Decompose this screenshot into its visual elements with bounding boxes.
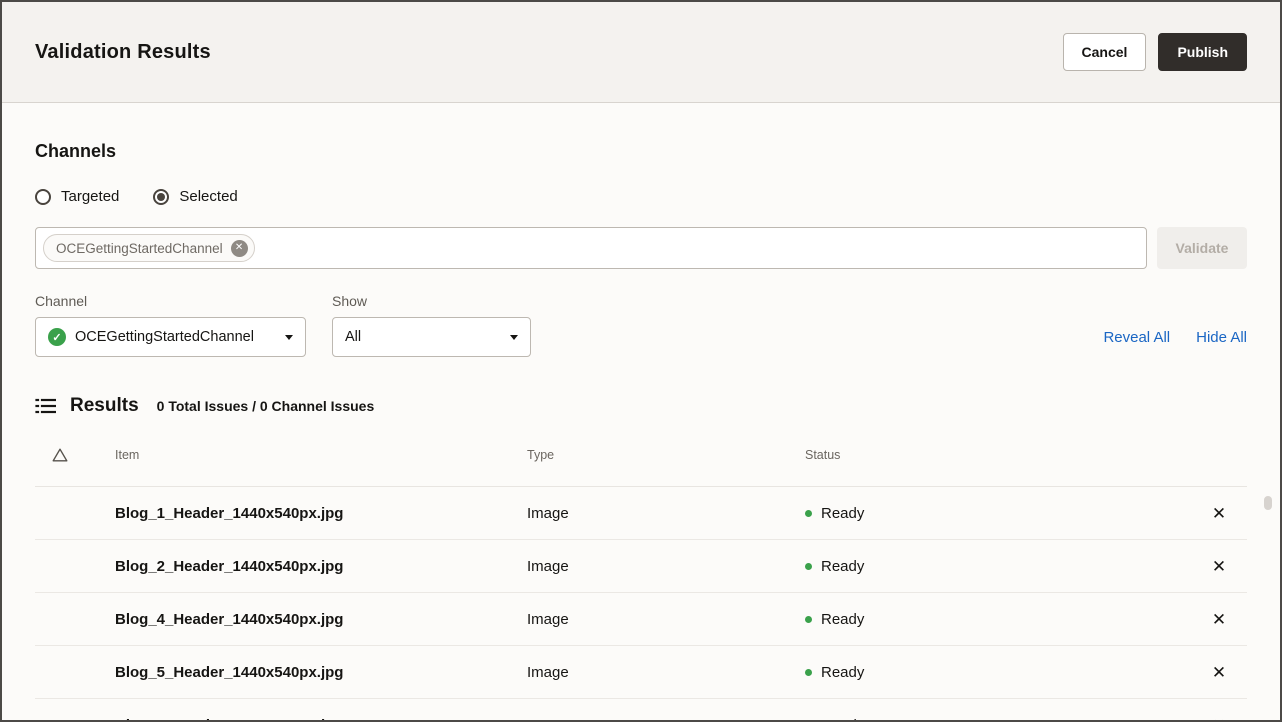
- radio-circle-checked-icon: [153, 189, 169, 205]
- dialog-header: Validation Results Cancel Publish: [2, 2, 1280, 103]
- remove-item-button[interactable]: ✕: [1191, 558, 1247, 575]
- remove-tag-icon[interactable]: ✕: [231, 240, 248, 257]
- status-label: Ready: [821, 558, 864, 575]
- table-row: Blog_4_Header_1440x540px.jpg Image Ready…: [35, 593, 1247, 646]
- channel-dropdown[interactable]: ✓ OCEGettingStartedChannel: [35, 317, 306, 357]
- status-column-header: Status: [805, 448, 1191, 462]
- channel-filter-group: Channel ✓ OCEGettingStartedChannel: [35, 293, 306, 357]
- type-cell: Image: [527, 558, 805, 575]
- channel-mode-radios: Targeted Selected: [35, 188, 1247, 205]
- channel-tag-label: OCEGettingStartedChannel: [56, 241, 223, 256]
- table-row: Blog_6_Header_1440x540px.jpg Image Ready…: [35, 699, 1247, 722]
- item-cell: Blog_5_Header_1440x540px.jpg: [115, 664, 527, 681]
- dialog-body: Channels Targeted Selected OCEGettingSta…: [2, 103, 1280, 722]
- status-cell: Ready: [805, 505, 1191, 522]
- table-row: Blog_2_Header_1440x540px.jpg Image Ready…: [35, 540, 1247, 593]
- channel-tag-chip: OCEGettingStartedChannel ✕: [43, 234, 255, 262]
- type-cell: Image: [527, 717, 805, 722]
- chevron-down-icon: [285, 335, 293, 340]
- reveal-all-link[interactable]: Reveal All: [1103, 329, 1170, 346]
- item-cell: Blog_2_Header_1440x540px.jpg: [115, 558, 527, 575]
- check-circle-icon: ✓: [48, 328, 66, 346]
- close-icon[interactable]: ✕: [1212, 664, 1226, 681]
- chevron-down-icon: [510, 335, 518, 340]
- item-cell: Blog_6_Header_1440x540px.jpg: [115, 717, 527, 722]
- table-header: Item Type Status: [35, 423, 1247, 487]
- status-cell: Ready: [805, 558, 1191, 575]
- filter-row: Channel ✓ OCEGettingStartedChannel Show …: [35, 293, 1247, 357]
- results-header: Results 0 Total Issues / 0 Channel Issue…: [35, 395, 1247, 417]
- status-dot-icon: [805, 669, 812, 676]
- show-dropdown[interactable]: All: [332, 317, 531, 357]
- selected-radio-label: Selected: [179, 188, 237, 205]
- item-cell: Blog_1_Header_1440x540px.jpg: [115, 505, 527, 522]
- scrollbar-thumb[interactable]: [1264, 496, 1272, 510]
- remove-item-button[interactable]: ✕: [1191, 664, 1247, 681]
- channel-tags-input[interactable]: OCEGettingStartedChannel ✕: [35, 227, 1147, 269]
- remove-item-button[interactable]: ✕: [1191, 611, 1247, 628]
- targeted-radio-label: Targeted: [61, 188, 119, 205]
- status-cell: Ready: [805, 611, 1191, 628]
- header-actions: Cancel Publish: [1063, 33, 1247, 71]
- radio-circle-icon: [35, 189, 51, 205]
- channel-dropdown-value: OCEGettingStartedChannel: [75, 329, 254, 345]
- close-icon[interactable]: ✕: [1212, 558, 1226, 575]
- type-cell: Image: [527, 611, 805, 628]
- show-dropdown-value: All: [345, 329, 361, 345]
- list-icon: [35, 397, 56, 415]
- results-summary: 0 Total Issues / 0 Channel Issues: [157, 398, 375, 414]
- type-cell: Image: [527, 664, 805, 681]
- warning-column-header: [35, 448, 115, 462]
- hide-all-link[interactable]: Hide All: [1196, 329, 1247, 346]
- show-filter-label: Show: [332, 293, 531, 309]
- item-cell: Blog_4_Header_1440x540px.jpg: [115, 611, 527, 628]
- item-column-header: Item: [115, 448, 527, 462]
- page-title: Validation Results: [35, 41, 211, 64]
- validate-button[interactable]: Validate: [1157, 227, 1247, 269]
- reveal-hide-links: Reveal All Hide All: [1103, 329, 1247, 357]
- remove-item-button[interactable]: ✕: [1191, 505, 1247, 522]
- remove-item-button[interactable]: ✕: [1191, 717, 1247, 722]
- close-icon[interactable]: ✕: [1212, 717, 1226, 722]
- cancel-button[interactable]: Cancel: [1063, 33, 1147, 71]
- close-icon[interactable]: ✕: [1212, 505, 1226, 522]
- selected-radio[interactable]: Selected: [153, 188, 237, 205]
- targeted-radio[interactable]: Targeted: [35, 188, 119, 205]
- table-row: Blog_5_Header_1440x540px.jpg Image Ready…: [35, 646, 1247, 699]
- close-icon[interactable]: ✕: [1212, 611, 1226, 628]
- type-column-header: Type: [527, 448, 805, 462]
- status-label: Ready: [821, 505, 864, 522]
- results-heading: Results: [70, 395, 139, 417]
- status-label: Ready: [821, 611, 864, 628]
- table-row: Blog_1_Header_1440x540px.jpg Image Ready…: [35, 487, 1247, 540]
- publish-button[interactable]: Publish: [1158, 33, 1247, 71]
- status-label: Ready: [821, 664, 864, 681]
- validation-results-dialog: Validation Results Cancel Publish Channe…: [0, 0, 1282, 722]
- status-label: Ready: [821, 717, 864, 722]
- warning-triangle-icon: [52, 448, 68, 462]
- channel-filter-label: Channel: [35, 293, 306, 309]
- status-cell: Ready: [805, 717, 1191, 722]
- show-filter-group: Show All: [332, 293, 531, 357]
- results-table: Item Type Status Blog_1_Header_1440x540p…: [35, 423, 1247, 722]
- status-dot-icon: [805, 563, 812, 570]
- status-dot-icon: [805, 616, 812, 623]
- channel-selection-row: OCEGettingStartedChannel ✕ Validate: [35, 227, 1247, 269]
- status-cell: Ready: [805, 664, 1191, 681]
- type-cell: Image: [527, 505, 805, 522]
- status-dot-icon: [805, 510, 812, 517]
- channels-heading: Channels: [35, 141, 1247, 162]
